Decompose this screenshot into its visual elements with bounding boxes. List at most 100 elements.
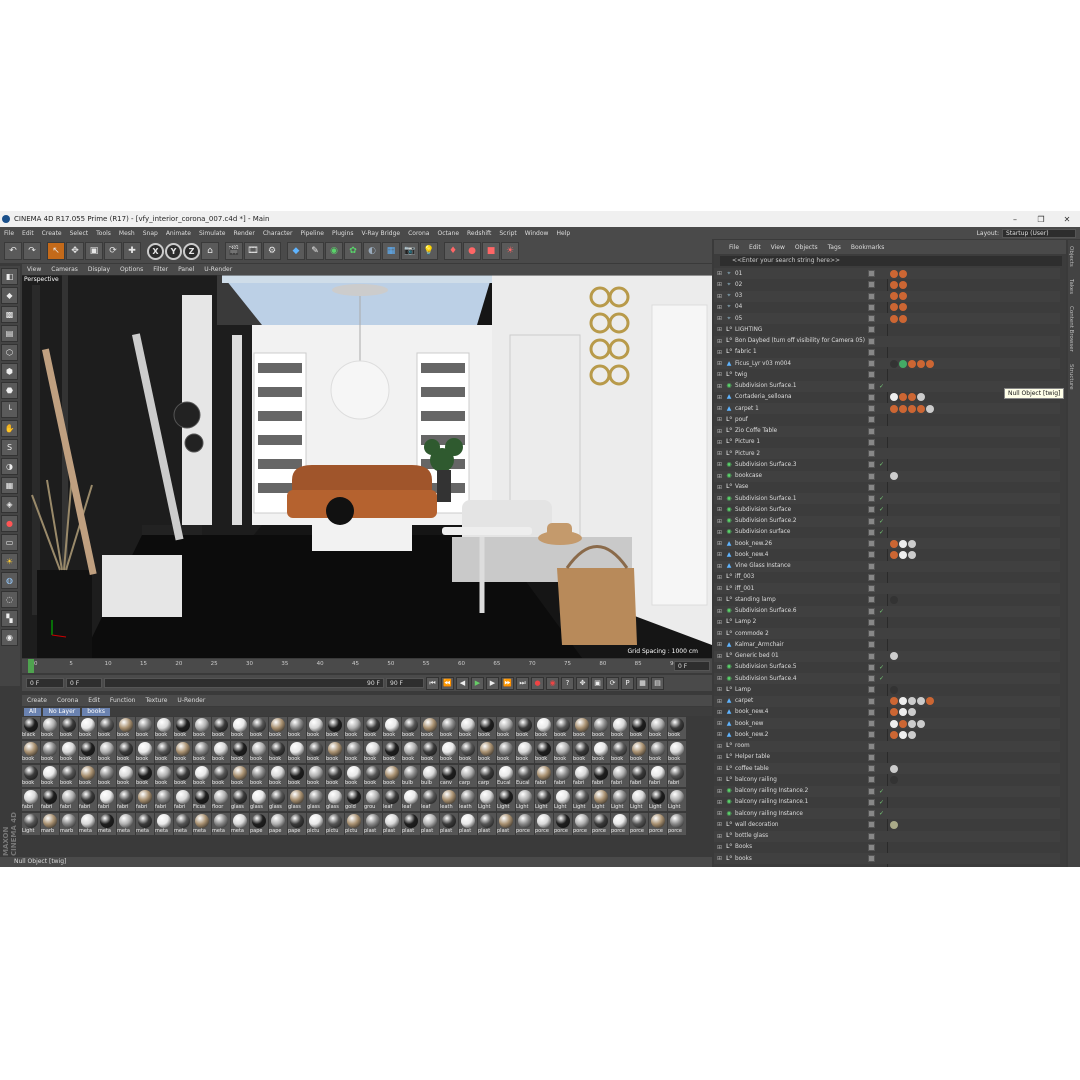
material-swatch[interactable]: book	[516, 741, 534, 763]
visibility-dots-icon[interactable]	[868, 382, 875, 390]
timeline-ruler[interactable]: 051015202530354045505560657075808590 0 F	[22, 659, 712, 673]
material-tag-icon[interactable]	[926, 404, 934, 413]
material-swatch[interactable]: book	[630, 717, 648, 739]
material-swatch[interactable]: book	[288, 765, 306, 787]
material-swatch[interactable]: book	[668, 741, 686, 763]
expand-toggle-icon[interactable]: ⊞	[717, 371, 723, 378]
object-search-field[interactable]: <<Enter your search string here>>	[720, 256, 1062, 266]
material-swatch[interactable]: glass	[307, 789, 325, 811]
material-tag-icon[interactable]	[890, 314, 898, 323]
material-swatch[interactable]: book	[79, 765, 97, 787]
material-swatch[interactable]: fabri	[98, 789, 116, 811]
material-swatch[interactable]: book	[364, 765, 382, 787]
material-swatch[interactable]: book	[117, 717, 135, 739]
material-swatch[interactable]: fabri	[554, 765, 572, 787]
menu-octane[interactable]: Octane	[433, 230, 463, 237]
rotate-icon[interactable]: ⟳	[104, 242, 122, 260]
expand-toggle-icon[interactable]: ⊞	[717, 349, 723, 356]
expand-toggle-icon[interactable]: ⊞	[717, 776, 723, 783]
material-tag-icon[interactable]	[899, 393, 907, 402]
material-swatch[interactable]: book	[174, 765, 192, 787]
menu-simulate[interactable]: Simulate	[195, 230, 230, 237]
material-swatch[interactable]: grou	[364, 789, 382, 811]
sky-icon[interactable]: ◍	[1, 572, 18, 589]
material-tag-icon[interactable]	[890, 595, 898, 604]
expand-toggle-icon[interactable]: ⊞	[717, 394, 723, 401]
object-row[interactable]: ⊞ L⁰ commode 2	[714, 628, 1060, 639]
material-swatch[interactable]: porce	[592, 813, 610, 835]
material-swatch[interactable]: book	[459, 717, 477, 739]
visibility-dots-icon[interactable]	[868, 742, 875, 750]
material-swatch[interactable]: book	[174, 741, 192, 763]
visibility-dots-icon[interactable]	[868, 686, 875, 694]
object-row[interactable]: ⊞ ◉ Subdivision Surface.3 ✓	[714, 459, 1060, 470]
menu-file[interactable]: File	[0, 230, 18, 237]
material-swatch[interactable]: book	[250, 765, 268, 787]
material-tag-icon[interactable]	[899, 292, 907, 300]
menu-help[interactable]: Help	[552, 230, 574, 237]
deformer-icon[interactable]: ◐	[363, 242, 381, 260]
enabled-check-icon[interactable]: ✓	[879, 506, 884, 513]
material-swatch[interactable]: fabri	[573, 765, 591, 787]
enabled-check-icon[interactable]: ✓	[879, 461, 884, 468]
material-swatch[interactable]: book	[288, 741, 306, 763]
visibility-dots-icon[interactable]	[868, 405, 875, 412]
material-swatch[interactable]: Light	[630, 789, 648, 811]
visibility-dots-icon[interactable]	[868, 450, 875, 457]
material-swatch[interactable]: carp	[478, 765, 496, 787]
object-row[interactable]: ⊞ L⁰ Picture 1	[714, 437, 1060, 448]
material-swatch[interactable]: leaf	[421, 789, 439, 811]
material-swatch[interactable]: book	[193, 765, 211, 787]
enabled-check-icon[interactable]: ✓	[879, 529, 884, 536]
material-swatch[interactable]: book	[383, 765, 401, 787]
object-row[interactable]: ⊞ ◉ Subdivision surface ✓	[714, 527, 1060, 538]
material-swatch[interactable]: Light	[497, 789, 515, 811]
material-swatch[interactable]: pape	[288, 813, 306, 835]
material-swatch[interactable]: fabri	[22, 789, 40, 811]
material-swatch[interactable]: book	[212, 741, 230, 763]
material-tag-icon[interactable]	[890, 280, 898, 289]
material-swatch[interactable]: book	[402, 717, 420, 739]
min-frame-field[interactable]: 0 F	[66, 678, 102, 688]
material-swatch[interactable]: meta	[136, 813, 154, 835]
material-tag-icon[interactable]	[899, 539, 907, 548]
material-swatch[interactable]: book	[554, 717, 572, 739]
light-lister-icon[interactable]: ▭	[1, 534, 18, 551]
object-row[interactable]: ⊞ ◉ Subdivision Surface.2 ✓	[714, 515, 1060, 527]
material-swatch[interactable]: floor	[212, 789, 230, 811]
help-icon[interactable]: ◉	[1, 629, 18, 646]
object-row[interactable]: ⊞ ◉ balcony railing Instance.1 ✓	[714, 797, 1060, 808]
expand-toggle-icon[interactable]: ⊞	[717, 506, 723, 513]
cube-icon[interactable]: ◆	[287, 242, 305, 260]
locked-workplane-icon[interactable]: ▦	[1, 477, 18, 494]
go-to-start-icon[interactable]: ⏮	[426, 676, 439, 690]
material-swatch[interactable]: book	[573, 741, 591, 763]
material-swatch[interactable]: glass	[269, 789, 287, 811]
object-menu-bookmarks[interactable]: Bookmarks	[846, 244, 890, 251]
visibility-dots-icon[interactable]	[868, 675, 875, 682]
material-swatch[interactable]: marb	[60, 813, 78, 835]
object-row[interactable]: ⊞ ◉ balcony railing Instance ✓	[714, 808, 1060, 819]
material-tag-icon[interactable]	[899, 550, 907, 559]
material-tag-icon[interactable]	[890, 708, 898, 717]
object-row[interactable]: ⊞ L⁰ standing lamp	[714, 594, 1060, 605]
menu-mesh[interactable]: Mesh	[115, 230, 139, 237]
key-scale-icon[interactable]: ▣	[591, 676, 604, 690]
expand-toggle-icon[interactable]: ⊞	[717, 326, 723, 333]
visibility-dots-icon[interactable]	[868, 596, 875, 604]
viewport-menu-options[interactable]: Options	[115, 266, 148, 273]
material-swatch[interactable]: Light	[573, 789, 591, 811]
object-menu-file[interactable]: File	[724, 244, 744, 251]
expand-toggle-icon[interactable]: ⊞	[717, 360, 723, 367]
material-swatch[interactable]: fabri	[630, 765, 648, 787]
material-swatch[interactable]: meta	[231, 813, 249, 835]
object-row[interactable]: ⊞ ▲ book_new.26	[714, 538, 1060, 549]
visibility-dots-icon[interactable]	[868, 641, 875, 649]
material-swatch[interactable]: Eucal	[497, 765, 515, 787]
visibility-dots-icon[interactable]	[868, 618, 875, 626]
material-swatch[interactable]: book	[497, 741, 515, 763]
polygons-mode-icon[interactable]: ⬣	[1, 382, 18, 399]
material-swatch[interactable]: book	[136, 765, 154, 787]
material-tag-icon[interactable]	[899, 719, 907, 728]
material-swatch[interactable]: book	[611, 717, 629, 739]
